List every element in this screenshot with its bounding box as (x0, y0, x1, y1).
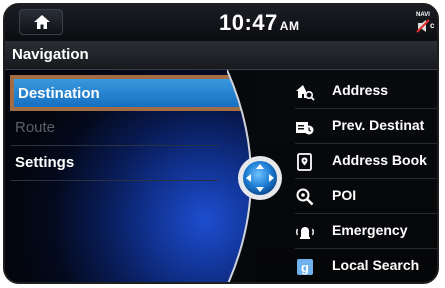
house-search-icon (296, 85, 315, 101)
right-item-emergency[interactable]: Emergency (295, 214, 437, 249)
previous-destination-icon (296, 122, 314, 135)
divider (11, 145, 219, 146)
poi-search-icon (296, 188, 314, 206)
navi-indicator: NAVI c (416, 12, 436, 33)
right-item-prev-destination[interactable]: Prev. Destinat (295, 109, 437, 144)
right-item-local-search[interactable]: g Local Search (295, 249, 437, 282)
page-title: Navigation (12, 46, 89, 63)
menu-item-destination[interactable]: Destination (10, 75, 246, 111)
mute-icon (416, 19, 430, 33)
home-icon (34, 15, 50, 29)
right-item-address-book[interactable]: Address Book (295, 144, 437, 179)
divider (11, 180, 219, 181)
right-item-label: Address Book (332, 152, 427, 168)
local-search-icon: g (297, 259, 313, 275)
menu-item-route[interactable]: Route (11, 112, 219, 146)
clock-ampm: AM (279, 19, 300, 33)
menu-item-label: Destination (18, 85, 100, 102)
status-bar: 10:47 AM NAVI c (5, 5, 437, 41)
address-book-icon (297, 153, 312, 171)
navi-indicator-text: NAVI (416, 12, 430, 18)
menu-item-label: Route (15, 119, 56, 136)
clock-time: 10:47 (219, 10, 278, 35)
left-menu: Destination Route Settings (5, 70, 255, 282)
right-item-label: POI (332, 187, 357, 203)
home-button[interactable] (19, 9, 63, 35)
title-bar: Navigation (5, 41, 437, 70)
right-item-label: Local Search (332, 257, 420, 273)
right-item-poi[interactable]: POI (295, 179, 437, 214)
svg-text:g: g (301, 260, 309, 275)
menu-item-settings[interactable]: Settings (11, 147, 219, 181)
emergency-icon (296, 227, 314, 239)
screen: 10:47 AM NAVI c Navigation Destination Ro… (5, 5, 437, 282)
right-item-label: Prev. Destinat (332, 117, 425, 133)
right-item-address[interactable]: Address (295, 74, 437, 109)
clock: 10:47 AM (219, 10, 299, 36)
navi-indicator-small: c (430, 21, 435, 30)
device-frame: 10:47 AM NAVI c Navigation Destination Ro… (3, 3, 439, 284)
right-item-label: Address (332, 82, 389, 98)
menu-item-label: Settings (15, 154, 75, 171)
direction-pad-icon[interactable] (237, 155, 283, 201)
right-item-label: Emergency (332, 222, 408, 238)
